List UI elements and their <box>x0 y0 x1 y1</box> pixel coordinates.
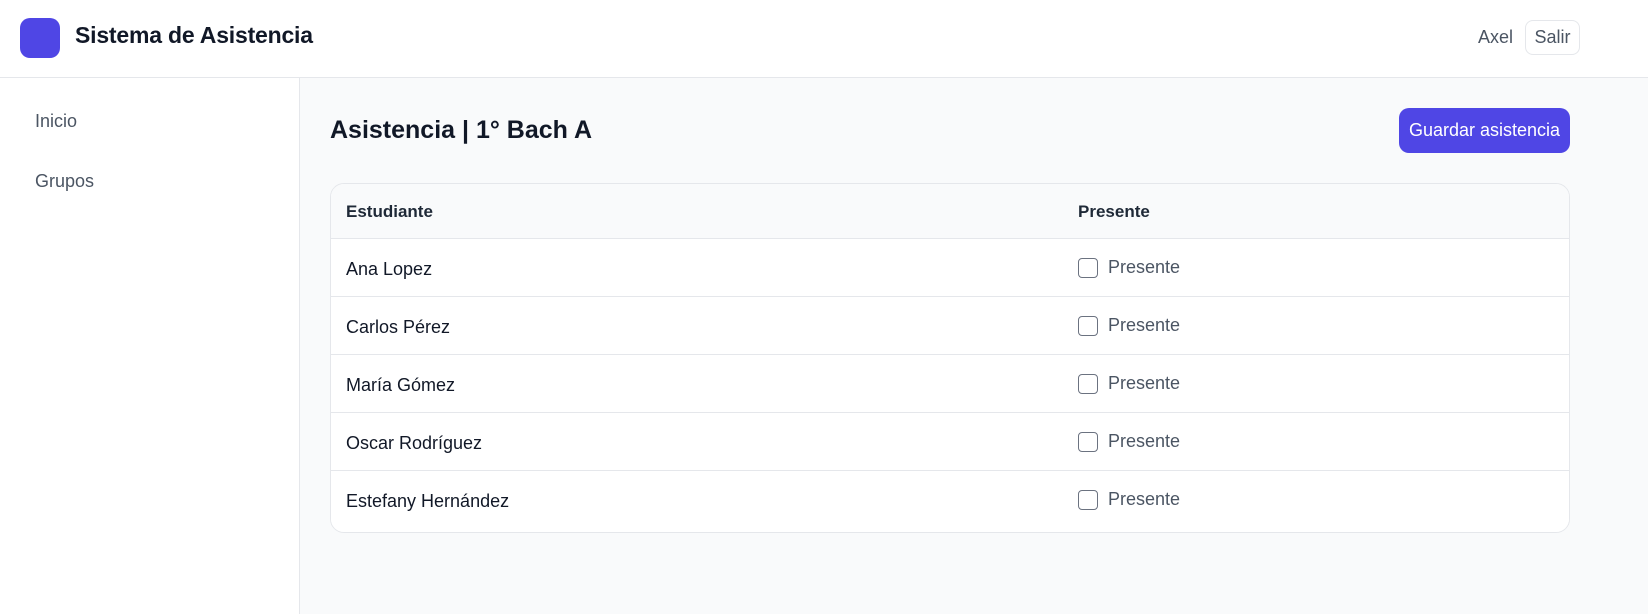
logout-button[interactable]: Salir <box>1525 20 1580 55</box>
table-row: Estefany Hernández Presente <box>331 471 1569 529</box>
present-label: Presente <box>1108 373 1181 393</box>
table-row: Ana Lopez Presente <box>331 239 1569 297</box>
save-attendance-button[interactable]: Guardar asistencia <box>1399 108 1570 153</box>
present-checkbox[interactable] <box>1078 373 1098 394</box>
present-checkbox[interactable] <box>1078 257 1098 278</box>
table-row: María Gómez Presente <box>331 355 1569 413</box>
column-header-present: Presente <box>1078 202 1150 221</box>
table-header: Estudiante Presente <box>331 184 1569 239</box>
present-checkbox-label[interactable]: Presente <box>1078 489 1180 510</box>
sidebar: Inicio Grupos <box>0 78 300 614</box>
app-title: Sistema de Asistencia <box>75 22 313 48</box>
column-header-student: Estudiante <box>346 202 433 221</box>
present-label: Presente <box>1108 315 1181 335</box>
student-name: Ana Lopez <box>346 259 433 279</box>
attendance-table: Estudiante Presente Ana Lopez Presente C… <box>330 183 1570 533</box>
main-content: Asistencia | 1° Bach A Guardar asistenci… <box>300 78 1648 614</box>
present-label: Presente <box>1108 257 1181 277</box>
present-label: Presente <box>1108 489 1181 509</box>
top-bar: Sistema de Asistencia Axel Salir <box>0 0 1648 78</box>
table-row: Oscar Rodríguez Presente <box>331 413 1569 471</box>
user-name: Axel <box>1478 27 1514 47</box>
table-row: Carlos Pérez Presente <box>331 297 1569 355</box>
student-name: Estefany Hernández <box>346 491 510 511</box>
student-name: Oscar Rodríguez <box>346 433 483 453</box>
page-title: Asistencia | 1° Bach A <box>330 116 592 144</box>
student-name: María Gómez <box>346 375 456 395</box>
app-logo-icon <box>20 18 60 58</box>
present-label: Presente <box>1108 431 1181 451</box>
present-checkbox[interactable] <box>1078 431 1098 452</box>
student-name: Carlos Pérez <box>346 317 451 337</box>
present-checkbox-label[interactable]: Presente <box>1078 431 1180 452</box>
sidebar-item-grupos[interactable]: Grupos <box>35 171 94 192</box>
present-checkbox-label[interactable]: Presente <box>1078 373 1180 394</box>
present-checkbox-label[interactable]: Presente <box>1078 257 1180 278</box>
sidebar-item-inicio[interactable]: Inicio <box>35 111 77 132</box>
present-checkbox[interactable] <box>1078 315 1098 336</box>
present-checkbox[interactable] <box>1078 489 1098 510</box>
present-checkbox-label[interactable]: Presente <box>1078 315 1180 336</box>
